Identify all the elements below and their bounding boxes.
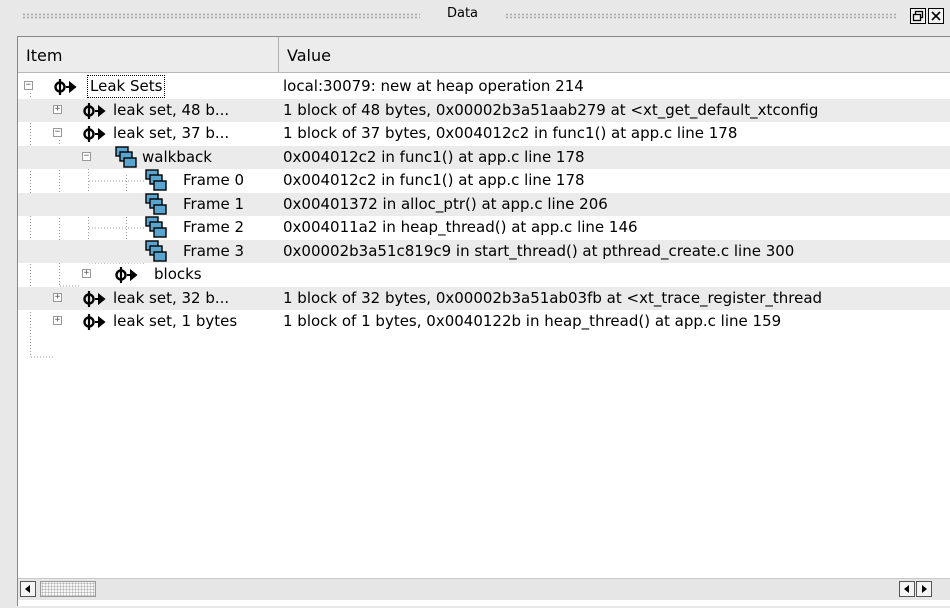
tree-row-frame[interactable]: Frame 2 0x004011a2 in heap_thread() at a… bbox=[18, 216, 950, 240]
scroll-left-button-end[interactable] bbox=[899, 581, 915, 597]
item-cell: + leak set, 48 b... bbox=[18, 99, 278, 122]
column-header-item[interactable]: Item bbox=[18, 37, 279, 72]
tree-row-blocks[interactable]: + blocks bbox=[18, 263, 950, 287]
expand-toggle[interactable]: + bbox=[53, 104, 62, 114]
tree-item-label: Leak Sets bbox=[87, 75, 166, 98]
tree-row-frame[interactable]: Frame 3 0x00002b3a51c819c9 in start_thre… bbox=[18, 239, 950, 263]
item-cell: − Leak Sets bbox=[18, 75, 278, 98]
tree-header: Item Value bbox=[18, 37, 950, 73]
value-cell bbox=[283, 263, 950, 286]
tree-row-frame[interactable]: Frame 0 0x004012c2 in func1() at app.c l… bbox=[18, 169, 950, 193]
panel-title: Data bbox=[446, 6, 479, 21]
tree-row-frame[interactable]: Frame 1 0x00401372 in alloc_ptr() at app… bbox=[18, 192, 950, 216]
panel-titlebar[interactable]: Data bbox=[0, 0, 950, 30]
leak-icon bbox=[83, 290, 106, 307]
expand-toggle[interactable]: + bbox=[53, 292, 62, 302]
tree-item-label: Frame 1 bbox=[183, 194, 245, 213]
item-cell: Frame 1 bbox=[18, 192, 278, 216]
tree-item-label: leak set, 32 b... bbox=[113, 288, 230, 307]
tree-row-leak-set[interactable]: + leak set, 48 b... 1 block of 48 bytes,… bbox=[18, 98, 950, 122]
float-window-button[interactable] bbox=[910, 8, 926, 24]
scroll-left-button[interactable] bbox=[20, 581, 36, 597]
horizontal-scrollbar[interactable] bbox=[18, 578, 950, 600]
collapse-toggle[interactable]: − bbox=[53, 128, 62, 137]
leak-tree-view[interactable]: Item Value − Leak Sets local:30079: new … bbox=[17, 36, 950, 606]
arrow-left-icon bbox=[25, 585, 30, 593]
tree-item-label: blocks bbox=[154, 265, 202, 283]
item-cell: − leak set, 37 b... bbox=[18, 122, 278, 145]
leak-icon bbox=[83, 102, 106, 119]
stack-icon bbox=[115, 145, 137, 168]
tree-item-label: leak set, 1 bytes bbox=[113, 312, 238, 330]
titlebar-grip-right bbox=[505, 13, 897, 19]
close-panel-button[interactable] bbox=[928, 8, 944, 24]
value-cell: 0x004011a2 in heap_thread() at app.c lin… bbox=[283, 218, 638, 236]
item-cell: + leak set, 1 bytes bbox=[18, 310, 278, 333]
arrow-right-icon bbox=[922, 585, 927, 593]
tree-row-leak-set[interactable]: + leak set, 32 b... 1 block of 32 bytes,… bbox=[18, 286, 950, 310]
scroll-right-button[interactable] bbox=[916, 581, 932, 597]
leak-icon bbox=[115, 267, 138, 283]
tree-rows: − Leak Sets local:30079: new at heap ope… bbox=[18, 75, 950, 334]
value-cell: local:30079: new at heap operation 214 bbox=[283, 77, 584, 95]
value-cell: 0x00002b3a51c819c9 in start_thread() at … bbox=[283, 241, 795, 260]
tree-row-leak-set[interactable]: − leak set, 37 b... 1 block of 37 bytes,… bbox=[18, 122, 950, 146]
item-cell: Frame 2 bbox=[18, 216, 278, 239]
value-cell: 0x00401372 in alloc_ptr() at app.c line … bbox=[283, 194, 608, 213]
stack-icon bbox=[145, 169, 167, 191]
tree-item-label: Frame 2 bbox=[183, 218, 245, 236]
value-cell: 0x004012c2 in func1() at app.c line 178 bbox=[283, 147, 585, 166]
item-cell: + leak set, 32 b... bbox=[18, 287, 278, 310]
column-header-value[interactable]: Value bbox=[279, 37, 950, 72]
value-cell: 1 block of 48 bytes, 0x00002b3a51aab279 … bbox=[283, 100, 819, 119]
tree-item-label: leak set, 37 b... bbox=[113, 124, 230, 142]
tree-row-walkback[interactable]: − walkback 0x004012c2 in func1() at app.… bbox=[18, 145, 950, 169]
item-cell: Frame 0 bbox=[18, 169, 278, 192]
float-window-icon bbox=[912, 10, 924, 22]
leak-icon bbox=[83, 314, 106, 330]
arrow-left-icon bbox=[904, 585, 909, 593]
value-cell: 1 block of 32 bytes, 0x00002b3a51ab03fb … bbox=[283, 288, 823, 307]
item-cell: Frame 3 bbox=[18, 239, 278, 263]
collapse-toggle[interactable]: − bbox=[24, 81, 33, 90]
leak-icon bbox=[83, 126, 106, 142]
tree-item-label: leak set, 48 b... bbox=[113, 100, 230, 119]
expand-toggle[interactable]: + bbox=[82, 269, 91, 278]
tree-row-leak-sets[interactable]: − Leak Sets local:30079: new at heap ope… bbox=[18, 75, 950, 99]
value-cell: 1 block of 37 bytes, 0x004012c2 in func1… bbox=[283, 124, 738, 142]
tree-item-label: Frame 0 bbox=[183, 171, 245, 189]
stack-icon bbox=[145, 239, 167, 262]
item-cell: − walkback bbox=[18, 145, 278, 169]
value-cell: 1 block of 1 bytes, 0x0040122b in heap_t… bbox=[283, 312, 782, 330]
close-icon bbox=[931, 11, 941, 21]
expand-toggle[interactable]: + bbox=[53, 316, 62, 325]
titlebar-grip-left bbox=[22, 13, 420, 19]
leak-icon bbox=[54, 79, 77, 95]
tree-item-label: Frame 3 bbox=[183, 241, 245, 260]
item-cell: + blocks bbox=[18, 263, 278, 286]
stack-icon bbox=[145, 216, 167, 238]
stack-icon bbox=[145, 192, 167, 215]
scroll-thumb[interactable] bbox=[40, 581, 96, 597]
value-cell: 0x004012c2 in func1() at app.c line 178 bbox=[283, 171, 585, 189]
collapse-toggle[interactable]: − bbox=[82, 151, 91, 161]
tree-row-leak-set[interactable]: + leak set, 1 bytes 1 block of 1 bytes, … bbox=[18, 310, 950, 334]
tree-item-label: walkback bbox=[142, 147, 212, 166]
